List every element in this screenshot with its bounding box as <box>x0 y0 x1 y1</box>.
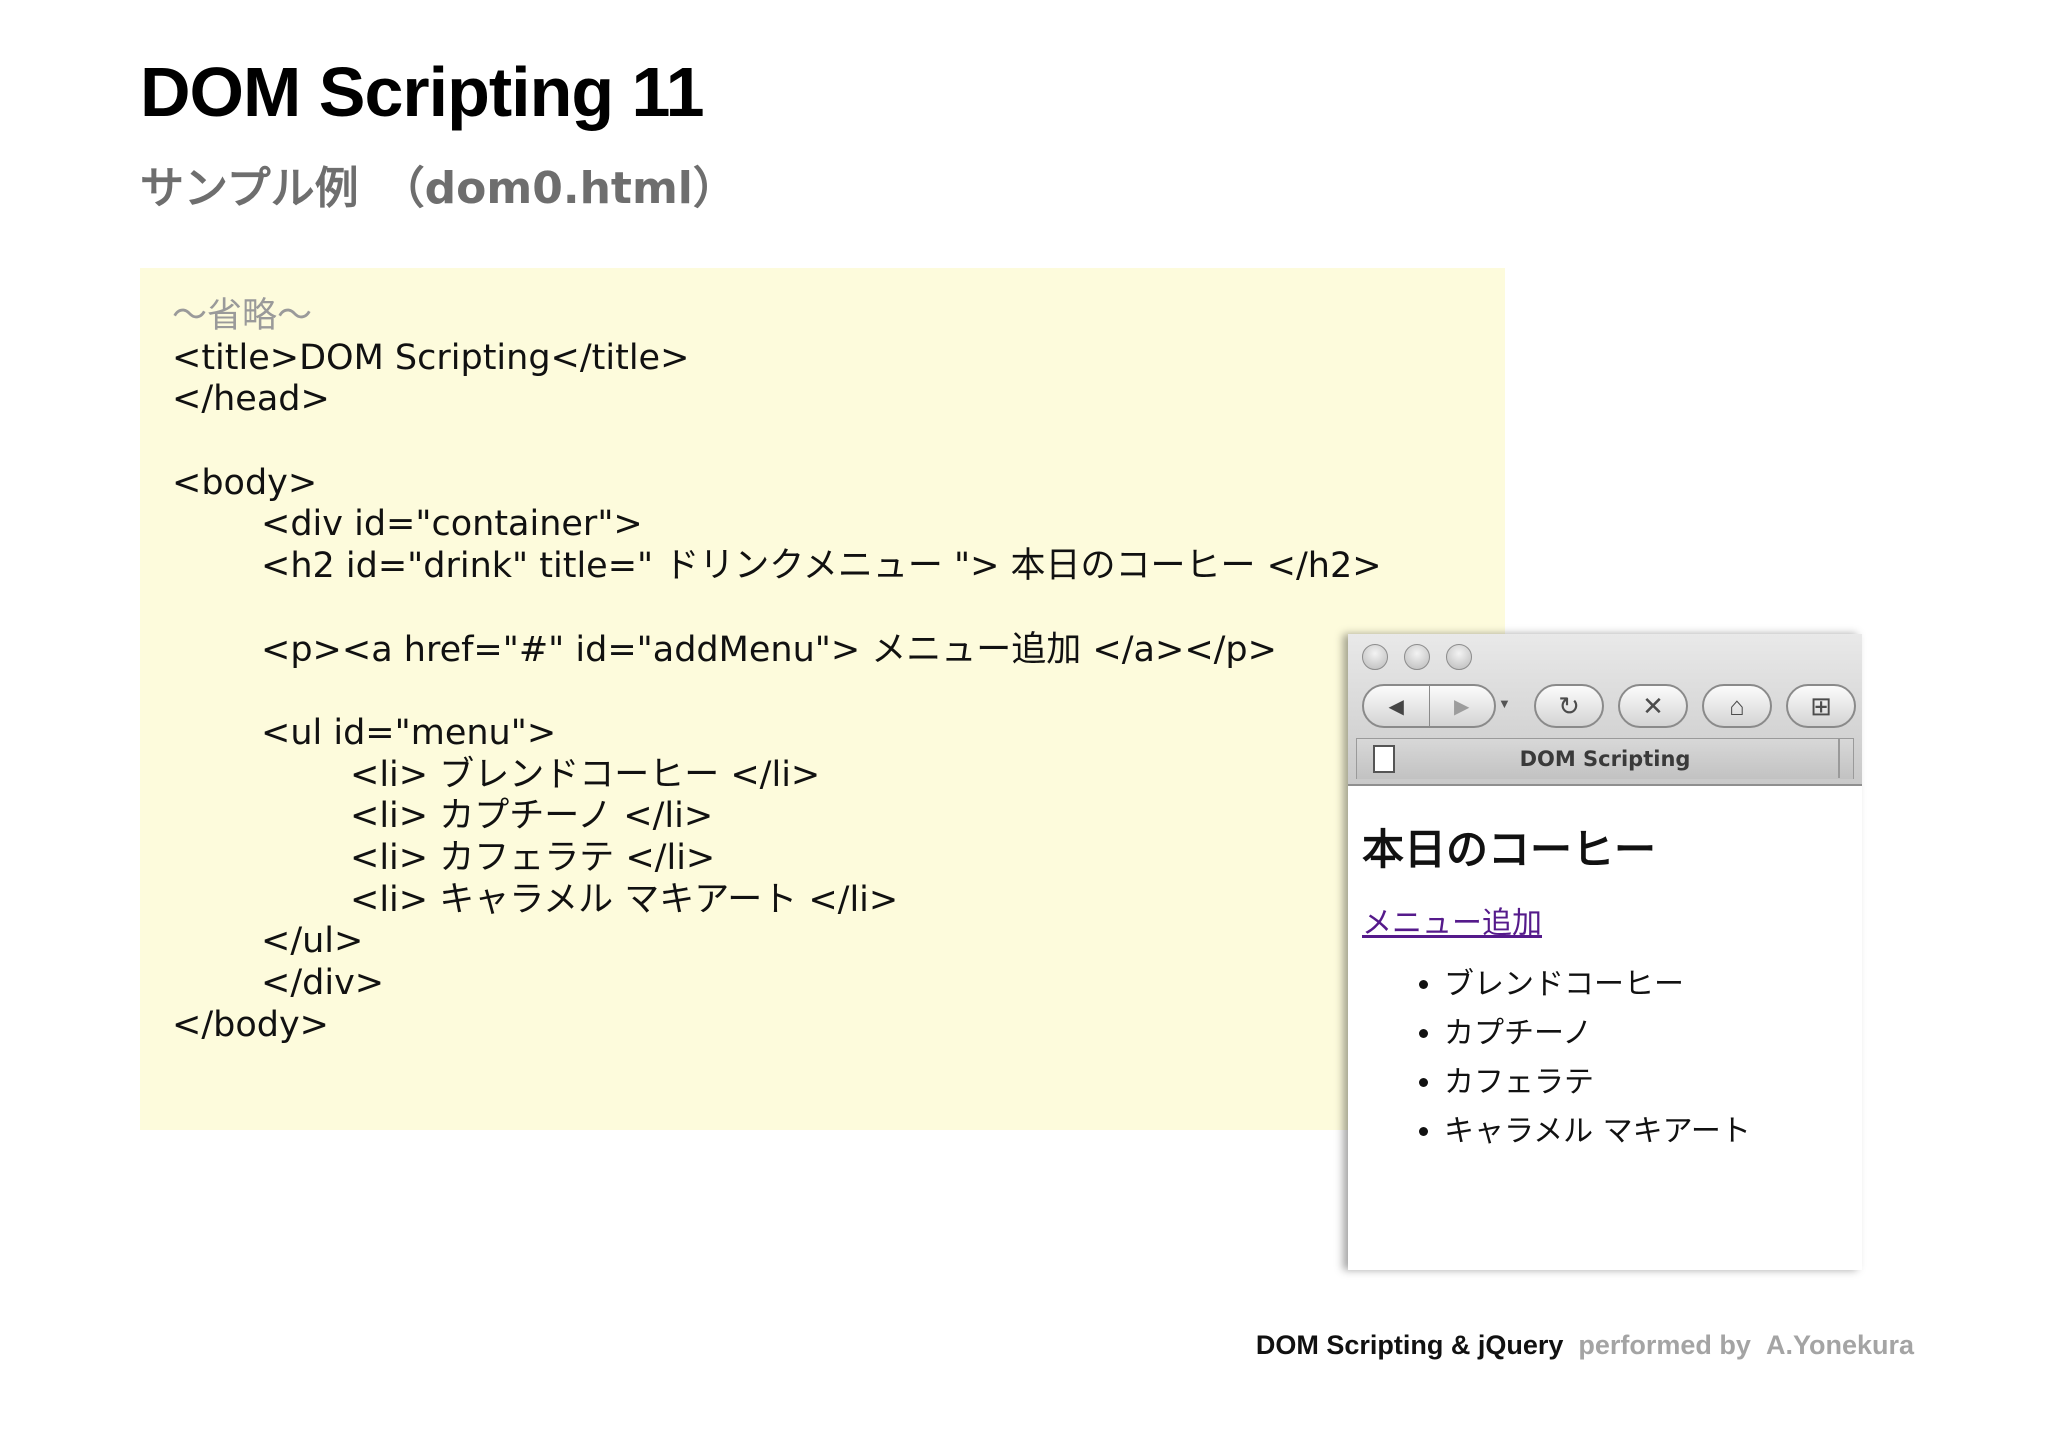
forward-arrow-icon: ▶ <box>1454 695 1470 718</box>
back-button[interactable]: ◀ <box>1364 686 1430 726</box>
history-dropdown-icon[interactable]: ▼ <box>1498 696 1511 711</box>
footer-author: A.Yonekura <box>1765 1330 1914 1360</box>
code-line: <ul id="menu"> <box>172 712 557 753</box>
code-line: <p><a href="#" id="addMenu"> メニュー追加 </a>… <box>172 629 1277 670</box>
back-forward-control: ◀ ▶ <box>1362 684 1496 728</box>
slide-title: DOM Scripting 11 <box>140 53 705 131</box>
menu-list: ブレンドコーヒー カプチーノ カフェラテ キャラメル マキアート <box>1402 960 1751 1156</box>
add-bookmark-button[interactable]: ⊞ <box>1786 684 1856 728</box>
list-item: キャラメル マキアート <box>1444 1107 1751 1156</box>
browser-toolbar: ◀ ▶ ▼ ↻ ✕ ⌂ ⊞ DOM Scripting <box>1348 634 1862 786</box>
code-line: <body> <box>172 462 318 503</box>
list-item: ブレンドコーヒー <box>1444 960 1751 1009</box>
home-icon: ⌂ <box>1729 690 1745 721</box>
code-line: </head> <box>172 379 330 420</box>
list-item: カフェラテ <box>1444 1058 1751 1107</box>
stop-button[interactable]: ✕ <box>1618 684 1688 728</box>
tab-dom-scripting[interactable]: DOM Scripting <box>1356 738 1854 779</box>
slide-footer: DOM Scripting & jQuery performed by A.Yo… <box>1256 1330 1914 1361</box>
code-line: </body> <box>172 1004 330 1045</box>
add-bookmark-icon: ⊞ <box>1810 690 1832 721</box>
home-button[interactable]: ⌂ <box>1702 684 1772 728</box>
footer-performed-by: performed by <box>1578 1330 1751 1360</box>
add-menu-link[interactable]: メニュー追加 <box>1362 898 1542 942</box>
footer-brand: DOM Scripting & jQuery <box>1255 1330 1564 1360</box>
stop-icon: ✕ <box>1642 690 1664 721</box>
code-line: <div id="container"> <box>172 504 643 545</box>
code-line: </div> <box>172 963 385 1003</box>
code-line: <li> ブレンドコーヒー </li> <box>172 754 821 795</box>
browser-window: ◀ ▶ ▼ ↻ ✕ ⌂ ⊞ DOM Scripting 本日のコーヒー メニュー… <box>1348 634 1862 1270</box>
code-line: <title>DOM Scripting</title> <box>172 337 690 378</box>
code-line: <li> キャラメル マキアート </li> <box>172 879 899 920</box>
forward-button[interactable]: ▶ <box>1430 686 1495 726</box>
minimize-window-button[interactable] <box>1404 644 1430 670</box>
close-window-button[interactable] <box>1362 644 1388 670</box>
code-line: <h2 id="drink" title=" ドリンクメニュー "> 本日のコー… <box>172 546 1382 587</box>
reload-button[interactable]: ↻ <box>1534 684 1604 728</box>
list-item: カプチーノ <box>1444 1009 1751 1058</box>
reload-icon: ↻ <box>1558 690 1580 721</box>
code-line: ～省略～ <box>172 296 313 336</box>
code-block: ～省略～ <title>DOM Scripting</title> </head… <box>172 296 1382 1046</box>
tab-divider <box>1838 738 1840 778</box>
zoom-window-button[interactable] <box>1446 644 1472 670</box>
page-heading: 本日のコーヒー <box>1362 825 1657 874</box>
tab-title: DOM Scripting <box>1519 747 1691 771</box>
code-line: </ul> <box>172 921 364 962</box>
slide-subtitle: サンプル例 （dom0.html） <box>140 163 737 214</box>
code-line: <li> カフェラテ </li> <box>172 837 716 878</box>
code-line: <li> カプチーノ </li> <box>172 796 714 837</box>
back-arrow-icon: ◀ <box>1388 695 1404 718</box>
